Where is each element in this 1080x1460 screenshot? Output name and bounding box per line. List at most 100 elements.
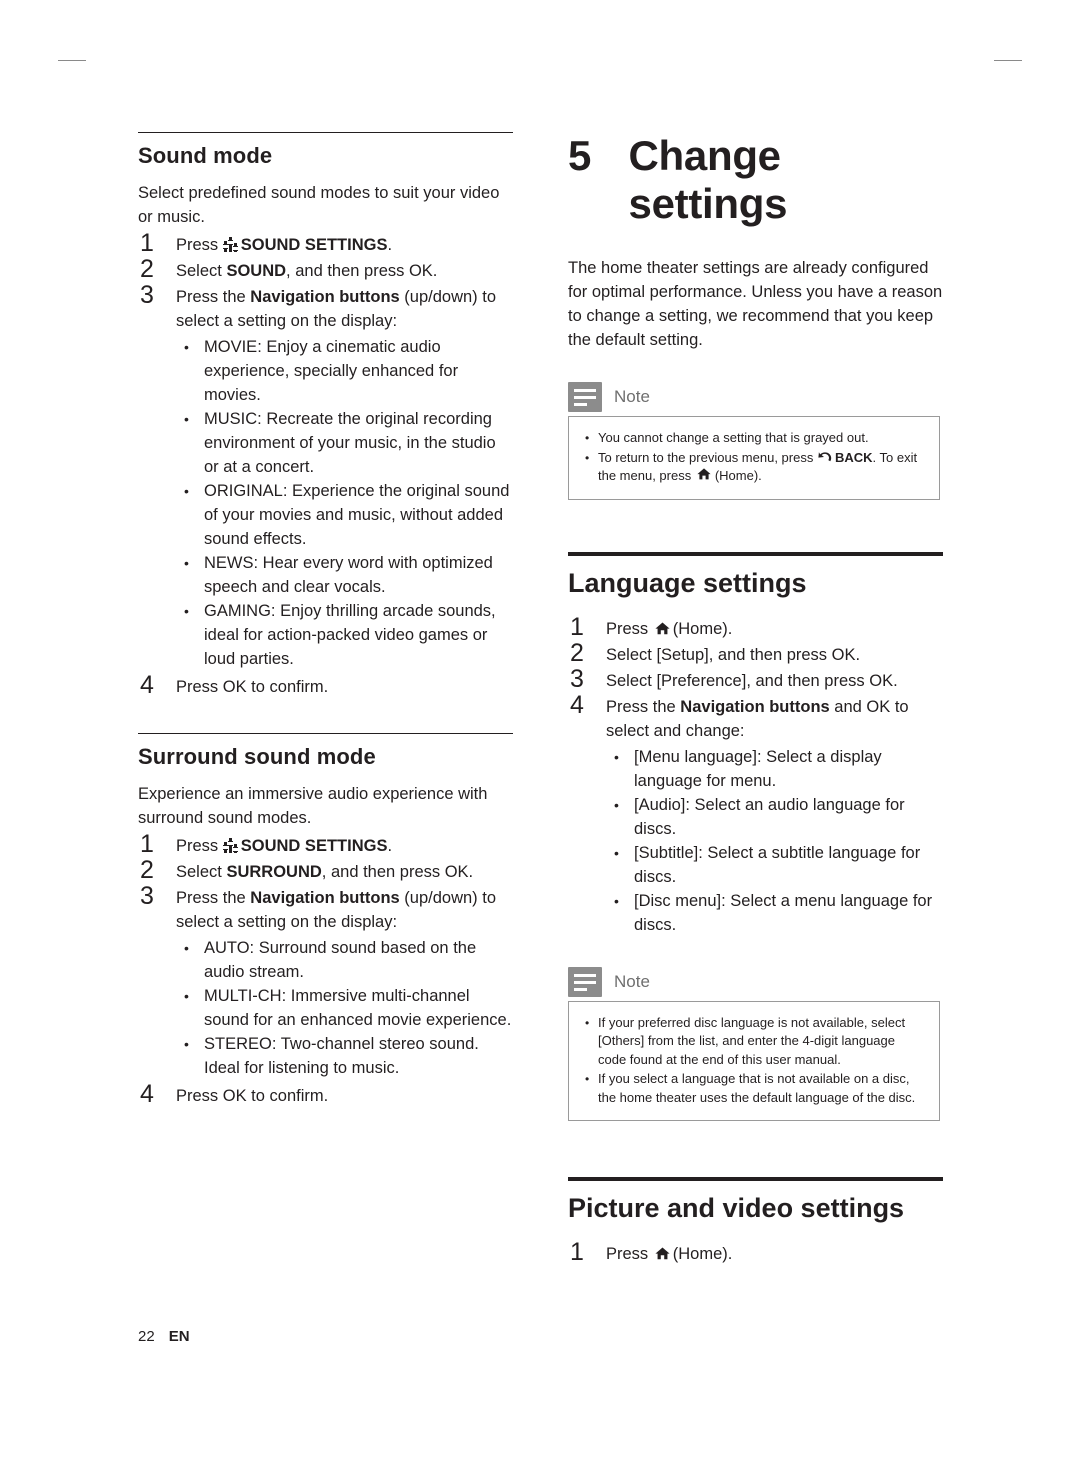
option-term: MUSIC — [204, 410, 258, 428]
note-header: Note — [568, 963, 940, 1001]
step-text-post: , and then press OK. — [321, 863, 474, 881]
step-number: 4 — [140, 1080, 154, 1108]
note-box-settings: Note You cannot change a setting that is… — [568, 378, 940, 500]
note-item: If you select a language that is not ava… — [581, 1070, 925, 1107]
list-item: MULTI-CH: Immersive multi-channel sound … — [176, 984, 513, 1032]
step-item: 4 Press OK to confirm. — [138, 1080, 513, 1108]
note-header: Note — [568, 378, 940, 416]
page-number: 22 — [138, 1328, 155, 1345]
step-text-post: . — [387, 236, 393, 254]
list-item: [Menu language]: Select a display langua… — [606, 745, 943, 793]
step-text-pre: Press — [176, 837, 223, 855]
page-locale: EN — [168, 1328, 190, 1345]
home-icon — [655, 1247, 670, 1261]
step-item: 1 Press SOUND SETTINGS. — [138, 830, 513, 858]
left-column: Sound mode Select predefined sound modes… — [138, 132, 513, 1110]
step-item: 1 Press (Home). — [568, 613, 943, 641]
sound-mode-options: MOVIE: Enjoy a cinematic audio experienc… — [176, 335, 513, 671]
option-term: [Audio] — [634, 795, 686, 814]
step-item: 2 Select [Setup], and then press OK. — [568, 639, 943, 667]
note-body: You cannot change a setting that is gray… — [568, 416, 940, 500]
note-icon — [568, 382, 602, 412]
option-term: [Disc menu] — [634, 891, 722, 910]
surround-intro: Experience an immersive audio experience… — [138, 785, 488, 827]
language-options: [Menu language]: Select a display langua… — [606, 745, 943, 937]
chapter-number: 5 — [568, 132, 592, 179]
step-text-pre: Press the — [176, 288, 251, 306]
step-text-pre: Press OK to confirm. — [176, 678, 329, 696]
step-text-pre: Select [Preference], and then press OK. — [606, 671, 898, 690]
chapter-intro: The home theater settings are already co… — [568, 259, 943, 349]
heading-picture-video-settings: Picture and video settings — [568, 1177, 943, 1238]
step-item: 1 Press (Home). — [568, 1238, 943, 1266]
step-text-bold: Navigation buttons — [250, 889, 400, 907]
note-icon — [568, 966, 602, 997]
note-body: If your preferred disc language is not a… — [568, 1000, 940, 1121]
list-item: MUSIC: Recreate the original recording e… — [176, 407, 513, 479]
sound-settings-icon — [222, 237, 239, 252]
language-steps: 1 Press (Home). 2 Select [Setup], and th… — [568, 613, 943, 937]
step-text-bold: SOUND SETTINGS — [240, 837, 388, 855]
step-text-bold: Navigation buttons — [680, 697, 830, 716]
step-text-pre: Select [Setup], and then press OK. — [606, 645, 861, 664]
note-item-text: If you select a language that is not ava… — [598, 1071, 916, 1105]
page-footer: 22 EN — [138, 1328, 190, 1345]
step-number: 1 — [570, 612, 584, 641]
note-item: You cannot change a setting that is gray… — [581, 429, 925, 448]
surround-options: AUTO: Surround sound based on the audio … — [176, 936, 513, 1080]
option-term: MULTI-CH — [204, 987, 282, 1005]
step-text-bold: Navigation buttons — [250, 288, 400, 306]
step-text-pre: Select — [176, 262, 227, 280]
heading-surround-sound-mode: Surround sound mode — [138, 733, 513, 782]
list-item: STEREO: Two-channel stereo sound. Ideal … — [176, 1032, 513, 1080]
option-term: MOVIE — [204, 338, 258, 356]
step-item: 2 Select SURROUND, and then press OK. — [138, 856, 513, 884]
step-text-bold: SURROUND — [226, 863, 322, 881]
note-box-language: Note If your preferred disc language is … — [568, 963, 940, 1121]
step-text-pre: Press — [606, 619, 653, 638]
step-text-pre: Select — [176, 863, 227, 881]
step-number: 1 — [570, 1238, 584, 1266]
step-item: 3 Select [Preference], and then press OK… — [568, 665, 943, 693]
note-item: To return to the previous menu, press BA… — [581, 449, 925, 486]
back-icon — [818, 451, 833, 464]
step-number: 3 — [140, 281, 154, 309]
note-item-pre: To return to the previous menu, press — [598, 449, 817, 465]
step-number: 2 — [140, 856, 154, 884]
step-text-pre: Press — [176, 236, 223, 254]
step-text-pre: Press OK to confirm. — [176, 1087, 329, 1105]
list-item: NEWS: Hear every word with optimized spe… — [176, 551, 513, 599]
option-term: [Menu language] — [634, 747, 757, 766]
heading-language-settings: Language settings — [568, 551, 943, 613]
note-item-text: If your preferred disc language is not a… — [598, 1014, 906, 1067]
step-text-post: (Home). — [672, 1245, 733, 1263]
chapter-title: 5 Change settings — [568, 132, 943, 228]
list-item: [Audio]: Select an audio language for di… — [606, 793, 943, 841]
note-item: If your preferred disc language is not a… — [581, 1014, 925, 1070]
crop-mark-left — [58, 60, 86, 61]
option-term: [Subtitle] — [634, 843, 699, 862]
picture-steps: 1 Press (Home). — [568, 1238, 943, 1266]
chapter-heading: Change settings — [628, 132, 788, 227]
option-term: STEREO — [204, 1035, 272, 1053]
list-item: AUTO: Surround sound based on the audio … — [176, 936, 513, 984]
option-term: NEWS — [204, 554, 254, 572]
list-item: ORIGINAL: Experience the original sound … — [176, 479, 513, 551]
home-icon — [697, 468, 712, 482]
sound-mode-steps: 1 Press SOUND SETTINGS. 2 Select SOUND, … — [138, 229, 513, 699]
step-number: 4 — [570, 690, 584, 719]
step-item: 3 Press the Navigation buttons (up/down)… — [138, 281, 513, 671]
sound-mode-intro: Select predefined sound modes to suit yo… — [138, 184, 500, 226]
step-item: 4 Press the Navigation buttons and OK to… — [568, 691, 943, 937]
note-item-post: . — [758, 468, 762, 483]
step-text-pre: Press — [606, 1245, 653, 1263]
sound-settings-icon — [222, 838, 239, 853]
step-item: 2 Select SOUND, and then press OK. — [138, 255, 513, 283]
option-term: AUTO — [204, 939, 250, 957]
step-item: 3 Press the Navigation buttons (up/down)… — [138, 882, 513, 1080]
crop-mark-right — [994, 60, 1022, 61]
step-number: 2 — [140, 255, 154, 283]
step-number: 3 — [140, 882, 154, 910]
right-column: 5 Change settings The home theater setti… — [568, 132, 943, 1268]
note-item-bold2: (Home) — [714, 468, 759, 483]
